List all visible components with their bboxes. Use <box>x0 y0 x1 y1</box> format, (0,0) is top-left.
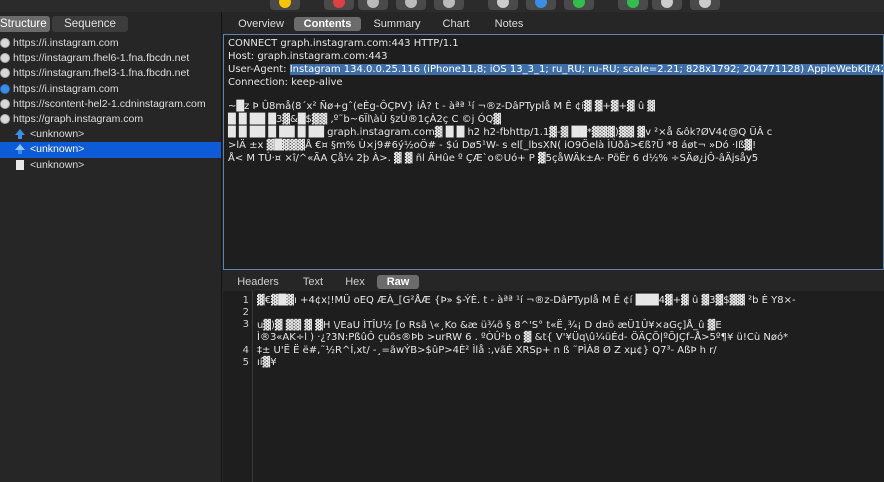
host-header: Host: graph.instagram.com:443 <box>228 51 388 62</box>
subtab-text[interactable]: Text <box>295 275 331 289</box>
tree-row[interactable]: https://graph.instagram.com <box>0 112 221 127</box>
upload-arrow-icon <box>15 129 25 140</box>
row-label: <unknown> <box>30 143 85 156</box>
tree-row[interactable]: https://i.instagram.com <box>0 82 221 97</box>
globe-icon <box>0 53 10 64</box>
subtab-hex[interactable]: Hex <box>339 275 371 289</box>
tree-row[interactable]: https://instagram.fhel3-1.fna.fbcdn.net <box>0 66 221 81</box>
subtab-headers[interactable]: Headers <box>231 275 285 289</box>
request-contents-view[interactable]: CONNECT graph.instagram.com:443 HTTP/1.1… <box>223 34 884 270</box>
user-agent-label: User-Agent: <box>228 64 290 75</box>
toolbar-button-refresh[interactable] <box>526 0 556 10</box>
segment-sequence[interactable]: Sequence <box>52 16 128 32</box>
toolbar-button-settings[interactable] <box>690 0 720 10</box>
tree-row-selected[interactable]: <unknown> <box>0 142 221 158</box>
raw-line: u▓)▓ ▓▓ ▓ ▓H \/EaU ÌTÎU½ [o Rsã \«¸Ko &æ… <box>257 320 722 331</box>
row-label: <unknown> <box>30 128 85 141</box>
row-label: https://graph.instagram.com <box>13 112 144 125</box>
raw-line: ıí▓¥ <box>257 357 277 368</box>
tree-row[interactable]: https://i.instagram.com <box>0 36 221 51</box>
binary-line: █ █ ██ █3▓&█$▓▓ ,º˜b~6Ïl\àÙ §zÙ®1çÀ2ç C … <box>228 114 502 125</box>
binary-line: Å< M TÚ·¤ ×î/^«ÃA Çå¼ 2þ À>. ▓ ▓ ñl ÄHûe… <box>228 153 759 164</box>
left-panel: Structure Sequence https://i.instagram.c… <box>0 12 222 482</box>
right-panel: Overview Contents Summary Chart Notes CO… <box>223 12 884 482</box>
connection-header: Connection: keep-alive <box>228 77 343 88</box>
row-label: <unknown> <box>30 158 85 171</box>
toolbar-button-3[interactable] <box>358 0 388 10</box>
tab-summary[interactable]: Summary <box>367 17 427 31</box>
toolbar-button-5[interactable] <box>434 0 464 10</box>
row-label: https://instagram.fhel3-1.fna.fbcdn.net <box>13 67 190 80</box>
tree-row[interactable]: https://scontent-hel2-1.cdninstagram.com <box>0 97 221 112</box>
line-number: 1 <box>242 295 249 306</box>
raw-line: ‡± U'Ë Ë ë#,˜½R^Í,xt/ -¸=ãwÝB>$ûP>4È² Ìl… <box>257 345 717 356</box>
document-icon <box>16 159 24 170</box>
tab-contents[interactable]: Contents <box>294 17 361 31</box>
lightning-icon <box>0 83 10 94</box>
toolbar-button-1[interactable] <box>270 0 300 10</box>
host-tree: https://i.instagram.com https://instagra… <box>0 36 221 173</box>
toolbar-button-9[interactable] <box>618 0 648 10</box>
binary-line: >lÄ ±x ▓█▓▓▓Å €¤ §m% Ù×j9#6ý½oÖ# - $ú Dø… <box>228 140 757 151</box>
row-label: https://i.instagram.com <box>13 82 119 95</box>
view-segmented-control: Structure Sequence <box>0 16 160 33</box>
tree-row[interactable]: <unknown> <box>0 158 221 173</box>
line-number: 4 <box>242 345 249 356</box>
tree-row[interactable]: <unknown> <box>0 127 221 142</box>
toolbar-button-6[interactable] <box>488 0 518 10</box>
user-agent-header: User-Agent: Instagram 134.0.0.25.116 (iP… <box>228 64 883 75</box>
binary-line: ~█z Þ Û8må(8´x² Ñø+gˆ(eÈg-ÔÇÞV} iÂ? t - … <box>228 101 656 112</box>
row-label: https://scontent-hel2-1.cdninstagram.com <box>13 97 206 110</box>
globe-icon <box>0 38 10 48</box>
tab-chart[interactable]: Chart <box>431 17 481 31</box>
raw-view[interactable]: 1 2 3 4 5 ▓€▓█▓ı +4¢x¦!MÜ oEQ ÆÀ_[G²ÅÆ {… <box>223 291 884 482</box>
segment-structure[interactable]: Structure <box>0 16 50 32</box>
user-agent-value-selected[interactable]: Instagram 134.0.0.25.116 (iPhone11,8; iO… <box>289 64 883 75</box>
subtab-raw[interactable]: Raw <box>377 275 419 289</box>
row-label: https://i.instagram.com <box>13 37 119 49</box>
line-number-gutter: 1 2 3 4 5 <box>223 291 253 482</box>
line-number: 3 <box>242 319 249 330</box>
toolbar-button-tools[interactable] <box>652 0 682 10</box>
line-number: 5 <box>242 357 249 368</box>
app-window: Structure Sequence https://i.instagram.c… <box>0 0 884 482</box>
upload-arrow-icon <box>15 144 25 155</box>
request-line: CONNECT graph.instagram.com:443 HTTP/1.1 <box>228 38 459 49</box>
globe-icon <box>0 98 10 109</box>
line-number: 2 <box>242 307 249 318</box>
binary-line: █ █ ██ █ ██ █ ██ graph.instagram.com▓ █ … <box>228 127 773 138</box>
response-subtabs: Headers Text Hex Raw <box>223 275 884 289</box>
row-label: https://instagram.fhel6-1.fna.fbcdn.net <box>13 52 190 65</box>
tab-notes[interactable]: Notes <box>485 17 533 31</box>
toolbar-button-record[interactable] <box>324 0 354 10</box>
toolbar <box>0 0 884 12</box>
toolbar-button-4[interactable] <box>396 0 426 10</box>
globe-icon <box>0 113 10 124</box>
tree-row[interactable]: https://instagram.fhel6-1.fna.fbcdn.net <box>0 51 221 66</box>
toolbar-button-check[interactable] <box>564 0 594 10</box>
globe-icon <box>0 68 10 79</box>
raw-line: Ì®3«AK÷l ) ·¿?3N:PßûÔ çuõs®Þb >urRW 6 . … <box>257 332 789 343</box>
raw-line: ▓€▓█▓ı +4¢x¦!MÜ oEQ ÆÀ_[G²ÅÆ {Þ» $-ÝÈ. t… <box>257 295 796 306</box>
tab-overview[interactable]: Overview <box>231 17 291 31</box>
